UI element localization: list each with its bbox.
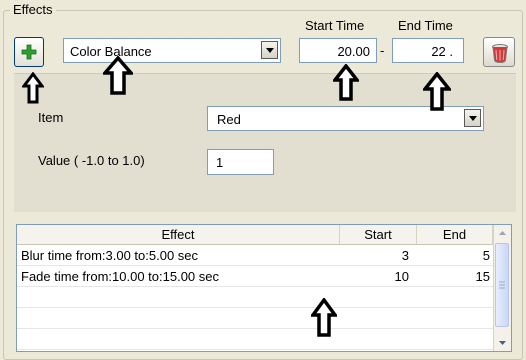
scroll-down-icon (499, 341, 506, 345)
start-time-value: 20.00 (337, 44, 370, 59)
scroll-up-icon (499, 231, 506, 235)
cell-effect: Blur time from:3.00 to:5.00 sec (21, 248, 199, 263)
add-effect-button[interactable] (14, 37, 44, 67)
column-header-end[interactable]: End (417, 225, 493, 245)
table-row[interactable]: Fade time from:10.00 to:15.00 sec 10 15 (17, 267, 493, 287)
chevron-down-icon (469, 116, 477, 121)
table-scrollbar[interactable] (493, 225, 511, 351)
time-separator: - (380, 43, 385, 58)
end-time-field[interactable]: 22 . (392, 38, 464, 63)
effects-table[interactable]: Effect Start End Blur time from:3.00 to:… (16, 224, 512, 352)
cell-start: 3 (401, 248, 409, 263)
effect-dropdown-button[interactable] (261, 41, 278, 59)
empty-row (17, 330, 493, 350)
cell-end: 5 (482, 248, 490, 263)
effect-select[interactable]: Color Balance (63, 38, 281, 63)
start-time-field[interactable]: 20.00 (299, 38, 377, 63)
scroll-up-button[interactable] (494, 225, 511, 242)
up-arrow-icon (333, 64, 359, 101)
item-select-value: Red (217, 112, 241, 127)
empty-row (17, 288, 493, 308)
scroll-thumb[interactable] (495, 243, 509, 327)
end-time-value: 22 . (431, 44, 453, 59)
start-time-label: Start Time (305, 18, 365, 33)
chevron-down-icon (266, 48, 274, 53)
up-arrow-icon (22, 72, 44, 104)
end-time-label: End Time (398, 18, 453, 33)
delete-effect-button[interactable] (483, 37, 515, 67)
column-header-start[interactable]: Start (340, 225, 417, 245)
value-field-value: 1 (216, 155, 224, 170)
scroll-down-button[interactable] (494, 334, 511, 351)
cell-start: 10 (394, 269, 409, 284)
item-label: Item (38, 110, 64, 125)
column-header-effect[interactable]: Effect (17, 225, 340, 245)
plus-icon (21, 44, 37, 60)
table-row[interactable]: Blur time from:3.00 to:5.00 sec 3 5 (17, 246, 493, 266)
cell-effect: Fade time from:10.00 to:15.00 sec (21, 269, 219, 284)
value-field[interactable]: 1 (207, 149, 274, 175)
up-arrow-icon (423, 72, 451, 111)
up-arrow-icon (311, 298, 337, 337)
cell-end: 15 (475, 269, 490, 284)
trash-icon (492, 44, 508, 63)
value-label: Value ( -1.0 to 1.0) (38, 153, 145, 168)
effects-group-label: Effects (10, 2, 56, 17)
grip-icon (499, 281, 505, 289)
item-dropdown-button[interactable] (464, 109, 481, 127)
up-arrow-icon (103, 56, 133, 95)
empty-row (17, 309, 493, 329)
